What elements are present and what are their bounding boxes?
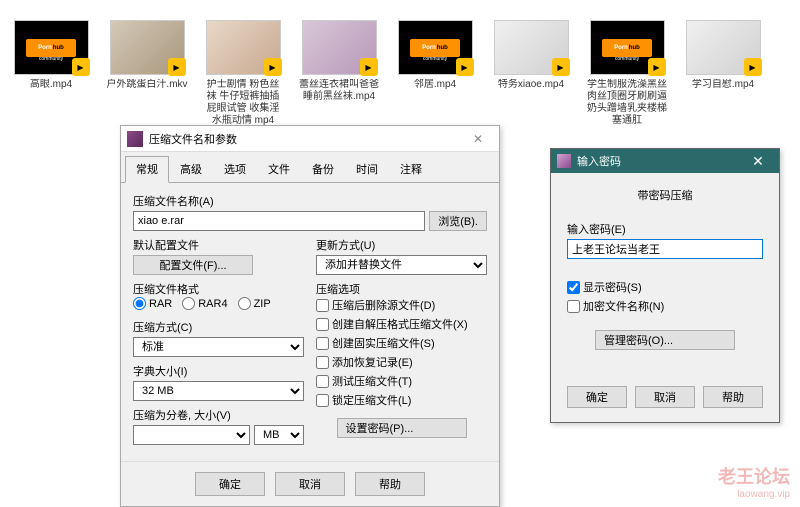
play-icon xyxy=(168,58,186,76)
format-radio-rar4[interactable]: RAR4 xyxy=(182,297,227,310)
password-input[interactable] xyxy=(567,239,763,259)
show-password-checkbox[interactable]: 显示密码(S) xyxy=(567,279,763,295)
cancel-button[interactable]: 取消 xyxy=(635,386,695,408)
tab-文件[interactable]: 文件 xyxy=(257,156,301,182)
compression-method-select[interactable]: 标准 xyxy=(133,337,304,357)
option-checkbox[interactable]: 锁定压缩文件(L) xyxy=(316,392,487,408)
split-unit-select[interactable]: MB xyxy=(254,425,304,445)
cancel-button[interactable]: 取消 xyxy=(275,472,345,496)
video-thumbnail xyxy=(110,20,185,75)
file-item[interactable]: 户外跳蛋白汁.mkv xyxy=(106,20,188,127)
option-checkbox[interactable]: 添加恢复记录(E) xyxy=(316,354,487,370)
manage-passwords-button[interactable]: 管理密码(O)... xyxy=(595,330,735,350)
archive-dialog: 压缩文件名和参数 ✕ 常规高级选项文件备份时间注释 压缩文件名称(A) 浏览(B… xyxy=(120,125,500,507)
file-label: 特务xiaoe.mp4 xyxy=(498,79,564,91)
app-icon xyxy=(127,131,143,147)
option-checkbox[interactable]: 创建固实压缩文件(S) xyxy=(316,335,487,351)
video-thumbnail xyxy=(206,20,281,75)
watermark: 老王论坛 laowang.vip xyxy=(718,463,790,500)
tab-注释[interactable]: 注释 xyxy=(389,156,433,182)
file-item[interactable]: 蕾丝连衣裙叫爸爸睡前黑丝袜.mp4 xyxy=(298,20,380,127)
format-label: 压缩文件格式 xyxy=(133,284,199,296)
file-item[interactable]: 护士剧情 粉色丝袜 牛仔短裤抽插 屁眼试管 收集淫水瓶动情 mp4 xyxy=(202,20,284,127)
file-label: 邻居.mp4 xyxy=(414,79,456,91)
play-icon xyxy=(744,58,762,76)
method-label: 压缩方式(C) xyxy=(133,319,304,335)
play-icon xyxy=(456,58,474,76)
dict-label: 字典大小(I) xyxy=(133,363,304,379)
play-icon xyxy=(360,58,378,76)
option-checkbox[interactable]: 创建自解压格式压缩文件(X) xyxy=(316,316,487,332)
update-mode-select[interactable]: 添加并替换文件 xyxy=(316,255,487,275)
profile-label: 默认配置文件 xyxy=(133,237,304,253)
password-heading: 带密码压缩 xyxy=(567,187,763,203)
dictionary-size-select[interactable]: 32 MB xyxy=(133,381,304,401)
file-item[interactable]: 学习自慰.mp4 xyxy=(682,20,764,127)
option-checkbox[interactable]: 测试压缩文件(T) xyxy=(316,373,487,389)
file-item[interactable]: community 邻居.mp4 xyxy=(394,20,476,127)
file-label: 学生制服洗澡黑丝肉丝顶圈牙刷刷逼奶头蹭墙乳夹楼梯塞通肛 xyxy=(586,79,668,127)
play-icon xyxy=(648,58,666,76)
option-checkbox[interactable]: 压缩后删除源文件(D) xyxy=(316,297,487,313)
video-thumbnail xyxy=(302,20,377,75)
tab-备份[interactable]: 备份 xyxy=(301,156,345,182)
dialog-title: 压缩文件名和参数 xyxy=(149,131,463,147)
tab-常规[interactable]: 常规 xyxy=(125,156,169,183)
file-item[interactable]: community学生制服洗澡黑丝肉丝顶圈牙刷刷逼奶头蹭墙乳夹楼梯塞通肛 xyxy=(586,20,668,127)
tab-选项[interactable]: 选项 xyxy=(213,156,257,182)
file-label: 蕾丝连衣裙叫爸爸睡前黑丝袜.mp4 xyxy=(298,79,380,103)
file-label: 户外跳蛋白汁.mkv xyxy=(106,79,187,91)
play-icon xyxy=(552,58,570,76)
dialog-footer: 确定 取消 帮助 xyxy=(121,461,499,506)
browse-button[interactable]: 浏览(B). xyxy=(429,211,487,231)
archive-name-input[interactable] xyxy=(133,211,425,231)
file-item[interactable]: community 高眼.mp4 xyxy=(10,20,92,127)
dialog-body: 压缩文件名称(A) 浏览(B). 默认配置文件 配置文件(F)... 压缩文件格… xyxy=(121,183,499,461)
play-icon xyxy=(264,58,282,76)
play-icon xyxy=(72,58,90,76)
ok-button[interactable]: 确定 xyxy=(567,386,627,408)
video-thumbnail xyxy=(686,20,761,75)
format-radio-zip[interactable]: ZIP xyxy=(238,297,271,310)
app-icon xyxy=(557,154,571,168)
video-thumbnail: community xyxy=(398,20,473,75)
password-dialog: 输入密码 ✕ 带密码压缩 输入密码(E) 显示密码(S) 加密文件名称(N) 管… xyxy=(550,148,780,423)
file-item[interactable]: 特务xiaoe.mp4 xyxy=(490,20,572,127)
options-label: 压缩选项 xyxy=(316,284,360,296)
close-icon[interactable]: ✕ xyxy=(463,132,493,146)
password-input-label: 输入密码(E) xyxy=(567,221,763,237)
ok-button[interactable]: 确定 xyxy=(195,472,265,496)
encrypt-names-checkbox[interactable]: 加密文件名称(N) xyxy=(567,298,763,314)
tab-时间[interactable]: 时间 xyxy=(345,156,389,182)
password-dialog-title: 输入密码 xyxy=(577,153,743,169)
help-button[interactable]: 帮助 xyxy=(703,386,763,408)
password-footer: 确定 取消 帮助 xyxy=(551,378,779,422)
password-titlebar[interactable]: 输入密码 ✕ xyxy=(551,149,779,173)
split-label: 压缩为分卷, 大小(V) xyxy=(133,407,304,423)
update-label: 更新方式(U) xyxy=(316,237,487,253)
archive-name-label: 压缩文件名称(A) xyxy=(133,193,487,209)
file-label: 护士剧情 粉色丝袜 牛仔短裤抽插 屁眼试管 收集淫水瓶动情 mp4 xyxy=(202,79,284,127)
dialog-titlebar[interactable]: 压缩文件名和参数 ✕ xyxy=(121,126,499,152)
video-thumbnail: community xyxy=(14,20,89,75)
close-icon[interactable]: ✕ xyxy=(743,153,773,170)
video-thumbnail xyxy=(494,20,569,75)
tab-高级[interactable]: 高级 xyxy=(169,156,213,182)
tabs: 常规高级选项文件备份时间注释 xyxy=(121,156,499,183)
password-body: 带密码压缩 输入密码(E) 显示密码(S) 加密文件名称(N) 管理密码(O).… xyxy=(551,173,779,378)
file-label: 学习自慰.mp4 xyxy=(692,79,754,91)
format-radio-rar[interactable]: RAR xyxy=(133,297,172,310)
split-size-select[interactable] xyxy=(133,425,250,445)
file-label: 高眼.mp4 xyxy=(30,79,72,91)
set-password-button[interactable]: 设置密码(P)... xyxy=(337,418,467,438)
video-thumbnail: community xyxy=(590,20,665,75)
profile-button[interactable]: 配置文件(F)... xyxy=(133,255,253,275)
help-button[interactable]: 帮助 xyxy=(355,472,425,496)
